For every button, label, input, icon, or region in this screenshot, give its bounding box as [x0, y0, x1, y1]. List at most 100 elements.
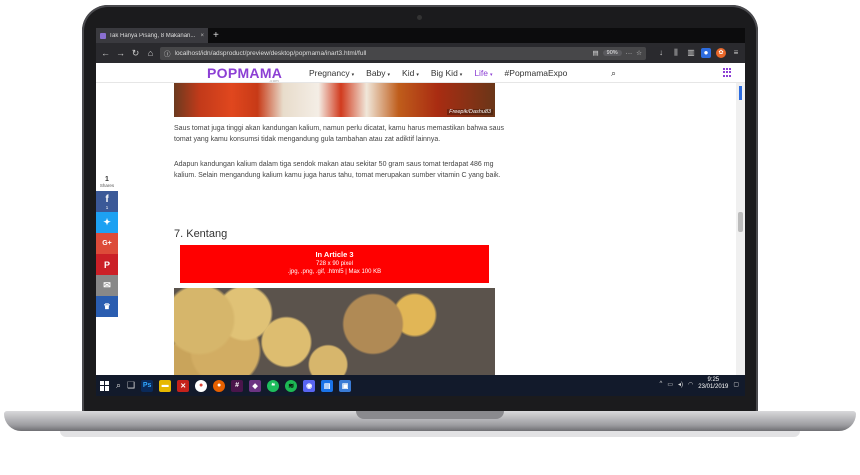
- webcam: [417, 15, 422, 20]
- twitter-share-button[interactable]: ✦: [96, 212, 118, 233]
- taskbar-search-icon[interactable]: ⌕: [116, 380, 121, 391]
- clock-date: 23/01/2019: [698, 384, 729, 390]
- site-logo[interactable]: POPMAMA .com: [207, 65, 282, 83]
- scrollbar-thumb[interactable]: [738, 212, 743, 232]
- menu-label: #PopmamaExpo: [504, 68, 568, 78]
- windows-taskbar: ⌕ ❑ Ps ▬ ✕ ● ● # ◆ ❝ ≋ ◉ ▤ ▣ ^ ▭ ◂) ◠ 9:…: [96, 375, 745, 396]
- tomato-image: Freepik/Dashu83: [174, 83, 495, 117]
- new-tab-button[interactable]: +: [213, 28, 219, 43]
- scroll-indicator: [739, 86, 742, 100]
- article-content: Freepik/Dashu83 Saus tomat juga tinggi a…: [96, 83, 745, 375]
- hangouts-icon[interactable]: ❝: [267, 379, 280, 392]
- google-plus-share-button[interactable]: G+: [96, 233, 118, 254]
- twitter-icon: ✦: [103, 217, 111, 227]
- photoshop-icon[interactable]: Ps: [141, 379, 154, 392]
- system-tray: ^ ▭ ◂) ◠ 9:25 23/01/2019 ▢: [660, 377, 739, 391]
- reader-icon[interactable]: ▤: [593, 49, 599, 57]
- share-bar: 1 Shares f1 ✦ G+ P ✉ ♛: [96, 176, 118, 317]
- facebook-share-button[interactable]: f1: [96, 191, 118, 212]
- screen: Tak Hanya Pisang, 8 Makanan... × + ← → ↻…: [96, 28, 745, 396]
- menu-icon[interactable]: ≡: [731, 48, 741, 58]
- ad-title: In Article 3: [315, 250, 354, 259]
- caret-icon: ▾: [351, 72, 355, 78]
- facebook-icon: f: [105, 193, 109, 205]
- tab-close-button[interactable]: ×: [200, 33, 204, 39]
- menu-label: Big Kid: [430, 68, 458, 78]
- back-icon[interactable]: ←: [100, 48, 111, 58]
- docs-icon[interactable]: ▤: [321, 379, 334, 392]
- menu-item-baby[interactable]: Baby ▾: [366, 68, 390, 78]
- library-icon[interactable]: ⫼: [671, 48, 681, 58]
- volume-icon[interactable]: ◂): [678, 381, 683, 388]
- home-icon[interactable]: ⌂: [145, 48, 156, 58]
- discord-icon[interactable]: ◉: [303, 379, 316, 392]
- remote-desktop-icon[interactable]: ▣: [339, 379, 352, 392]
- laptop-notch: [356, 411, 504, 419]
- share-label: Shares: [99, 183, 115, 188]
- sumo-button[interactable]: ♛: [96, 296, 118, 317]
- apps-grid-icon[interactable]: [723, 68, 732, 77]
- ad-banner[interactable]: In Article 3 728 x 90 pixel .jpg, .png, …: [180, 245, 489, 283]
- paragraph: Adapun kandungan kalium dalam tiga sendo…: [174, 161, 501, 179]
- menu-item-kid[interactable]: Kid ▾: [402, 68, 419, 78]
- info-icon[interactable]: ⓘ: [164, 48, 171, 58]
- paragraph: Saus tomat juga tinggi akan kandungan ka…: [174, 125, 504, 143]
- laptop-shadow: [60, 431, 800, 437]
- tray-overflow-icon[interactable]: ^: [660, 381, 663, 387]
- browser-toolbar: ← → ↻ ⌂ ⓘ localhost/idn/adsproduct/previ…: [96, 43, 745, 63]
- laptop-mockup: Tak Hanya Pisang, 8 Makanan... × + ← → ↻…: [0, 0, 860, 475]
- email-icon: ✉: [103, 280, 111, 290]
- facebook-count: 1: [105, 204, 109, 210]
- firefox-icon[interactable]: ●: [213, 379, 226, 392]
- favicon-icon: [100, 32, 106, 39]
- reload-icon[interactable]: ↻: [130, 48, 141, 59]
- task-view-icon[interactable]: ❑: [127, 380, 135, 391]
- image-caption: Freepik/Dashu83: [447, 109, 493, 115]
- windows-start-icon[interactable]: [100, 380, 110, 391]
- pinterest-icon: P: [103, 259, 110, 270]
- bookmark-star-icon[interactable]: ☆: [636, 49, 642, 57]
- file-explorer-icon[interactable]: ▬: [159, 379, 172, 392]
- search-icon[interactable]: ⌕: [611, 68, 616, 79]
- address-bar[interactable]: ⓘ localhost/idn/adsproduct/preview/deskt…: [160, 46, 646, 60]
- sidebar-icon[interactable]: ▥: [686, 48, 696, 58]
- notifications-icon[interactable]: ▢: [733, 381, 739, 388]
- wifi-icon[interactable]: ◠: [688, 381, 693, 388]
- email-share-button[interactable]: ✉: [96, 275, 118, 296]
- app-icon[interactable]: ◆: [249, 379, 262, 392]
- network-icon[interactable]: ▭: [667, 381, 673, 388]
- zoom-level[interactable]: 90%: [602, 50, 622, 56]
- extension-icon[interactable]: ✿: [716, 48, 726, 58]
- browser-tab[interactable]: Tak Hanya Pisang, 8 Makanan... ×: [96, 28, 208, 43]
- clock[interactable]: 9:25 23/01/2019: [698, 377, 728, 391]
- menu-item-big-kid[interactable]: Big Kid ▾: [431, 68, 462, 78]
- menu-item-pregnancy[interactable]: Pregnancy ▾: [309, 68, 354, 78]
- url-text[interactable]: localhost/idn/adsproduct/preview/desktop…: [175, 50, 589, 57]
- sumo-icon: ♛: [103, 302, 111, 311]
- spotify-icon[interactable]: ≋: [285, 379, 298, 392]
- section-heading: 7. Kentang: [174, 228, 228, 240]
- ad-size: 728 x 90 pixel: [315, 261, 354, 267]
- account-icon[interactable]: ●: [701, 48, 711, 58]
- caret-icon: ▾: [459, 72, 463, 78]
- scrollbar[interactable]: [736, 83, 745, 375]
- download-icon[interactable]: ↓: [656, 48, 666, 58]
- share-count: 1: [105, 176, 109, 183]
- site-header: POPMAMA .com Pregnancy ▾ Baby ▾ Kid ▾ Big K…: [96, 63, 745, 83]
- menu-item-popmama-expo[interactable]: #PopmamaExpo: [505, 68, 568, 78]
- caret-icon: ▾: [387, 72, 391, 78]
- ad-formats: .jpg, .png, .gif, .html5 | Max 100 KB: [287, 269, 382, 275]
- pinterest-share-button[interactable]: P: [96, 254, 118, 275]
- tab-bar: Tak Hanya Pisang, 8 Makanan... × +: [96, 28, 745, 43]
- menu-label: Kid: [402, 68, 415, 78]
- menu-item-life[interactable]: Life ▾: [474, 68, 492, 78]
- xampp-icon[interactable]: ✕: [177, 379, 190, 392]
- chrome-icon[interactable]: ●: [195, 379, 208, 392]
- page-actions-icon[interactable]: ···: [626, 50, 633, 57]
- slack-icon[interactable]: #: [231, 379, 244, 392]
- tab-title: Tak Hanya Pisang, 8 Makanan...: [109, 32, 196, 39]
- menu-label: Life: [474, 68, 489, 78]
- caret-icon: ▾: [490, 72, 493, 78]
- forward-icon[interactable]: →: [115, 48, 126, 58]
- google-plus-icon: G+: [102, 240, 112, 247]
